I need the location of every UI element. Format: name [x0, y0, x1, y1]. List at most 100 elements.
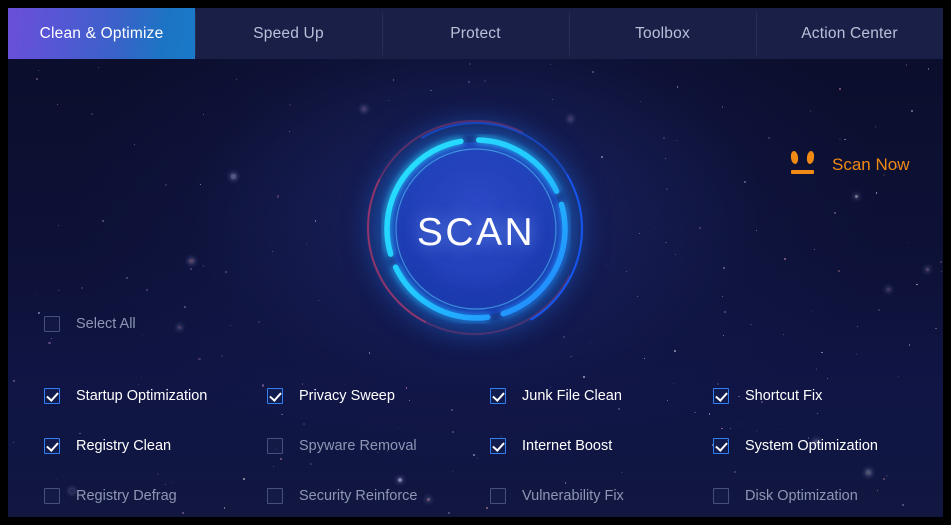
star-particle	[306, 242, 308, 244]
option-checkbox[interactable]	[490, 388, 506, 404]
star-particle	[927, 68, 930, 70]
star-particle	[857, 326, 859, 327]
option-checkbox[interactable]	[713, 488, 729, 504]
option-privacy-sweep[interactable]: Privacy Sweep	[267, 388, 490, 404]
option-checkbox[interactable]	[44, 488, 60, 504]
option-checkbox[interactable]	[490, 438, 506, 454]
option-registry-defrag[interactable]: Registry Defrag	[44, 488, 267, 504]
star-particle	[189, 259, 194, 264]
tab-clean-optimize[interactable]: Clean & Optimize	[8, 8, 195, 59]
tab-protect[interactable]: Protect	[382, 8, 569, 59]
option-checkbox[interactable]	[713, 438, 729, 454]
scan-now-button[interactable]: Scan Now	[788, 150, 910, 179]
option-checkbox[interactable]	[44, 438, 60, 454]
option-checkbox[interactable]	[267, 388, 283, 404]
star-particle	[38, 312, 40, 314]
option-spyware-removal[interactable]: Spyware Removal	[267, 438, 490, 454]
star-particle	[638, 232, 640, 234]
star-particle	[784, 257, 787, 260]
star-particle	[875, 191, 878, 194]
select-all-checkbox[interactable]	[44, 316, 60, 332]
star-particle	[97, 67, 99, 69]
scan-now-label: Scan Now	[832, 155, 910, 174]
star-particle	[910, 110, 914, 113]
application-window: Clean & Optimize Speed Up Protect Toolbox Ac…	[8, 8, 943, 517]
option-startup-optimization[interactable]: Startup Optimization	[44, 388, 267, 404]
star-particle	[56, 104, 58, 106]
star-particle	[935, 328, 937, 330]
star-particle	[202, 264, 205, 268]
star-particle	[468, 63, 471, 66]
star-particle	[35, 78, 38, 81]
option-checkbox[interactable]	[267, 438, 283, 454]
star-particle	[877, 309, 881, 312]
star-particle	[643, 358, 645, 360]
option-checkbox[interactable]	[713, 388, 729, 404]
tab-toolbox[interactable]: Toolbox	[569, 8, 756, 59]
star-particle	[640, 101, 642, 103]
option-checkbox[interactable]	[44, 388, 60, 404]
star-particle	[838, 137, 841, 140]
star-particle	[650, 189, 651, 191]
star-particle	[388, 99, 390, 101]
option-internet-boost[interactable]: Internet Boost	[490, 438, 713, 454]
star-particle	[676, 86, 679, 88]
star-particle	[184, 306, 187, 309]
scan-button[interactable]: SCAN	[339, 92, 611, 363]
option-disk-optimization[interactable]: Disk Optimization	[713, 488, 936, 504]
star-particle	[722, 296, 723, 298]
optimization-options-grid: Startup Optimization Privacy Sweep Junk Fi…	[44, 371, 924, 517]
option-label: Shortcut Fix	[745, 388, 823, 404]
star-particle	[592, 70, 595, 73]
star-particle	[58, 290, 60, 292]
option-label: Registry Defrag	[76, 488, 177, 504]
tab-label: Protect	[450, 24, 501, 42]
option-checkbox[interactable]	[267, 488, 283, 504]
star-particle	[743, 181, 746, 184]
main-content-area: Scan Now SCAN Select All Startup Optimiz…	[8, 59, 943, 517]
star-particle	[230, 324, 231, 326]
star-particle	[189, 267, 192, 270]
tab-label: Speed Up	[253, 24, 324, 42]
option-shortcut-fix[interactable]: Shortcut Fix	[713, 388, 936, 404]
tab-label: Clean & Optimize	[39, 24, 164, 42]
star-particle	[289, 104, 291, 107]
star-particle	[905, 64, 908, 67]
star-particle	[908, 242, 910, 244]
star-particle	[663, 136, 665, 139]
star-particle	[665, 241, 667, 244]
option-label: Security Reinforce	[299, 488, 418, 504]
option-system-optimization[interactable]: System Optimization	[713, 438, 936, 454]
star-particle	[721, 106, 724, 108]
star-particle	[699, 227, 701, 229]
star-particle	[225, 271, 228, 274]
star-particle	[102, 220, 105, 223]
star-particle	[916, 283, 919, 286]
star-particle	[198, 357, 201, 361]
select-all-row[interactable]: Select All	[44, 316, 136, 332]
option-label: System Optimization	[745, 438, 878, 454]
star-particle	[815, 368, 817, 370]
option-security-reinforce[interactable]: Security Reinforce	[267, 488, 490, 504]
star-particle	[57, 224, 60, 227]
option-vulnerability-fix[interactable]: Vulnerability Fix	[490, 488, 713, 504]
star-particle	[552, 98, 553, 100]
star-particle	[811, 310, 813, 312]
star-particle	[655, 227, 657, 229]
star-particle	[48, 341, 51, 345]
star-particle	[449, 108, 452, 110]
star-particle	[80, 287, 83, 290]
star-particle	[146, 288, 149, 291]
star-particle	[838, 270, 841, 273]
star-particle	[834, 212, 837, 215]
option-registry-clean[interactable]: Registry Clean	[44, 438, 267, 454]
tab-speed-up[interactable]: Speed Up	[195, 8, 382, 59]
star-particle	[257, 321, 260, 323]
option-label: Junk File Clean	[522, 388, 622, 404]
star-particle	[675, 139, 678, 142]
option-junk-file-clean[interactable]: Junk File Clean	[490, 388, 713, 404]
option-checkbox[interactable]	[490, 488, 506, 504]
star-particle	[675, 254, 677, 256]
tab-action-center[interactable]: Action Center	[756, 8, 943, 59]
star-particle	[855, 195, 859, 199]
